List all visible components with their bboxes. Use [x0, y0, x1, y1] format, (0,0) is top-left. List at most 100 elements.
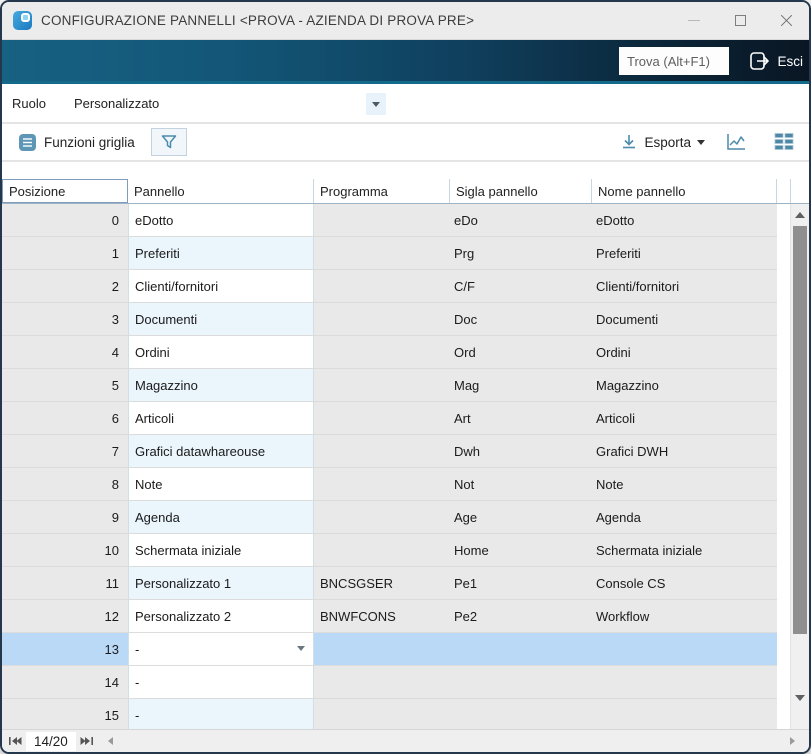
cell-posizione[interactable]: 3	[2, 303, 128, 336]
cell-programma[interactable]	[314, 402, 448, 435]
cell-pannello[interactable]: eDotto	[128, 204, 314, 237]
table-row[interactable]: 8 Note Not Note	[2, 468, 777, 501]
cell-programma[interactable]	[314, 204, 448, 237]
cell-posizione[interactable]: 8	[2, 468, 128, 501]
role-dropdown-button[interactable]	[366, 93, 386, 115]
cell-nome[interactable]: Schermata iniziale	[590, 534, 777, 567]
grid-functions-button[interactable]: Funzioni griglia	[12, 130, 141, 155]
cell-nome[interactable]: eDotto	[590, 204, 777, 237]
cell-posizione[interactable]: 12	[2, 600, 128, 633]
cell-nome[interactable]: Clienti/fornitori	[590, 270, 777, 303]
cell-posizione[interactable]: 11	[2, 567, 128, 600]
cell-nome[interactable]: Console CS	[590, 567, 777, 600]
cell-pannello[interactable]: Personalizzato 1	[128, 567, 314, 600]
chart-view-button[interactable]	[719, 128, 753, 156]
cell-nome[interactable]: Preferiti	[590, 237, 777, 270]
table-row[interactable]: 12 Personalizzato 2 BNWFCONS Pe2 Workflow	[2, 600, 777, 633]
cell-programma[interactable]: BNCSGSER	[314, 567, 448, 600]
cell-programma[interactable]	[314, 666, 448, 699]
cell-programma[interactable]	[314, 699, 448, 729]
cell-pannello[interactable]: Ordini	[128, 336, 314, 369]
table-row[interactable]: 7 Grafici datawhareouse Dwh Grafici DWH	[2, 435, 777, 468]
table-row[interactable]: 6 Articoli Art Articoli	[2, 402, 777, 435]
cell-sigla[interactable]: Prg	[448, 237, 590, 270]
scroll-up-icon[interactable]	[795, 212, 805, 218]
column-header-sigla[interactable]: Sigla pannello	[450, 179, 592, 203]
last-page-icon[interactable]	[80, 735, 94, 747]
cell-nome[interactable]: Agenda	[590, 501, 777, 534]
table-row[interactable]: 14-	[2, 666, 777, 699]
first-page-icon[interactable]	[8, 735, 22, 747]
cell-nome[interactable]: Ordini	[590, 336, 777, 369]
cell-programma[interactable]	[314, 633, 448, 666]
cell-pannello[interactable]: Grafici datawhareouse	[128, 435, 314, 468]
cell-pannello[interactable]: -	[128, 699, 314, 729]
table-row[interactable]: 9 Agenda Age Agenda	[2, 501, 777, 534]
scroll-down-icon[interactable]	[795, 695, 805, 701]
vertical-scrollbar[interactable]	[791, 204, 809, 729]
cell-posizione[interactable]: 0	[2, 204, 128, 237]
cell-posizione[interactable]: 10	[2, 534, 128, 567]
table-row[interactable]: 13-	[2, 633, 777, 666]
cell-nome[interactable]	[590, 666, 777, 699]
cell-posizione[interactable]: 4	[2, 336, 128, 369]
cell-posizione[interactable]: 9	[2, 501, 128, 534]
cell-pannello[interactable]: Schermata iniziale	[128, 534, 314, 567]
cell-posizione[interactable]: 6	[2, 402, 128, 435]
column-header-pannello[interactable]: Pannello	[128, 179, 314, 203]
cell-pannello[interactable]: Note	[128, 468, 314, 501]
cell-sigla[interactable]: Pe1	[448, 567, 590, 600]
cell-nome[interactable]: Magazzino	[590, 369, 777, 402]
cell-sigla[interactable]: Not	[448, 468, 590, 501]
cell-programma[interactable]	[314, 336, 448, 369]
cell-posizione[interactable]: 15	[2, 699, 128, 729]
cell-programma[interactable]	[314, 468, 448, 501]
table-row[interactable]: 2 Clienti/fornitori C/F Clienti/fornitori	[2, 270, 777, 303]
column-header-nome[interactable]: Nome pannello	[592, 179, 777, 203]
table-row[interactable]: 10 Schermata iniziale Home Schermata inizia…	[2, 534, 777, 567]
cell-sigla[interactable]: eDo	[448, 204, 590, 237]
table-row[interactable]: 1 Preferiti Prg Preferiti	[2, 237, 777, 270]
minimize-button[interactable]	[671, 2, 717, 39]
cell-sigla[interactable]	[448, 633, 590, 666]
cell-pannello[interactable]: Preferiti	[128, 237, 314, 270]
cell-posizione[interactable]: 1	[2, 237, 128, 270]
cell-nome[interactable]: Documenti	[590, 303, 777, 336]
cell-pannello[interactable]: -	[128, 633, 314, 666]
cell-sigla[interactable]: Art	[448, 402, 590, 435]
cell-posizione[interactable]: 13	[2, 633, 128, 666]
cell-programma[interactable]	[314, 534, 448, 567]
cell-pannello[interactable]: Magazzino	[128, 369, 314, 402]
cell-sigla[interactable]: Doc	[448, 303, 590, 336]
cell-pannello[interactable]: -	[128, 666, 314, 699]
cell-sigla[interactable]: Home	[448, 534, 590, 567]
cell-programma[interactable]	[314, 270, 448, 303]
cell-nome[interactable]	[590, 699, 777, 729]
cell-sigla[interactable]: Pe2	[448, 600, 590, 633]
exit-button[interactable]: Esci	[748, 47, 803, 75]
cell-sigla[interactable]: Ord	[448, 336, 590, 369]
cell-programma[interactable]	[314, 369, 448, 402]
table-row[interactable]: 4 Ordini Ord Ordini	[2, 336, 777, 369]
role-select-value[interactable]: Personalizzato	[74, 96, 159, 111]
cell-sigla[interactable]: Mag	[448, 369, 590, 402]
find-input[interactable]: Trova (Alt+F1)	[619, 47, 729, 75]
cell-pannello[interactable]: Agenda	[128, 501, 314, 534]
hscroll-left-icon[interactable]	[107, 737, 113, 745]
column-header-programma[interactable]: Programma	[314, 179, 450, 203]
cell-programma[interactable]: BNWFCONS	[314, 600, 448, 633]
cell-programma[interactable]	[314, 501, 448, 534]
maximize-button[interactable]	[717, 2, 763, 39]
filter-button[interactable]	[150, 128, 187, 156]
cell-posizione[interactable]: 5	[2, 369, 128, 402]
column-header-posizione[interactable]: Posizione	[2, 179, 128, 203]
table-row[interactable]: 15-	[2, 699, 777, 729]
cell-nome[interactable]: Articoli	[590, 402, 777, 435]
cell-posizione[interactable]: 14	[2, 666, 128, 699]
cell-programma[interactable]	[314, 237, 448, 270]
hscroll-right-icon[interactable]	[790, 737, 795, 745]
cell-programma[interactable]	[314, 435, 448, 468]
cell-nome[interactable]: Workflow	[590, 600, 777, 633]
export-button[interactable]: Esporta	[620, 133, 705, 151]
cell-pannello[interactable]: Clienti/fornitori	[128, 270, 314, 303]
